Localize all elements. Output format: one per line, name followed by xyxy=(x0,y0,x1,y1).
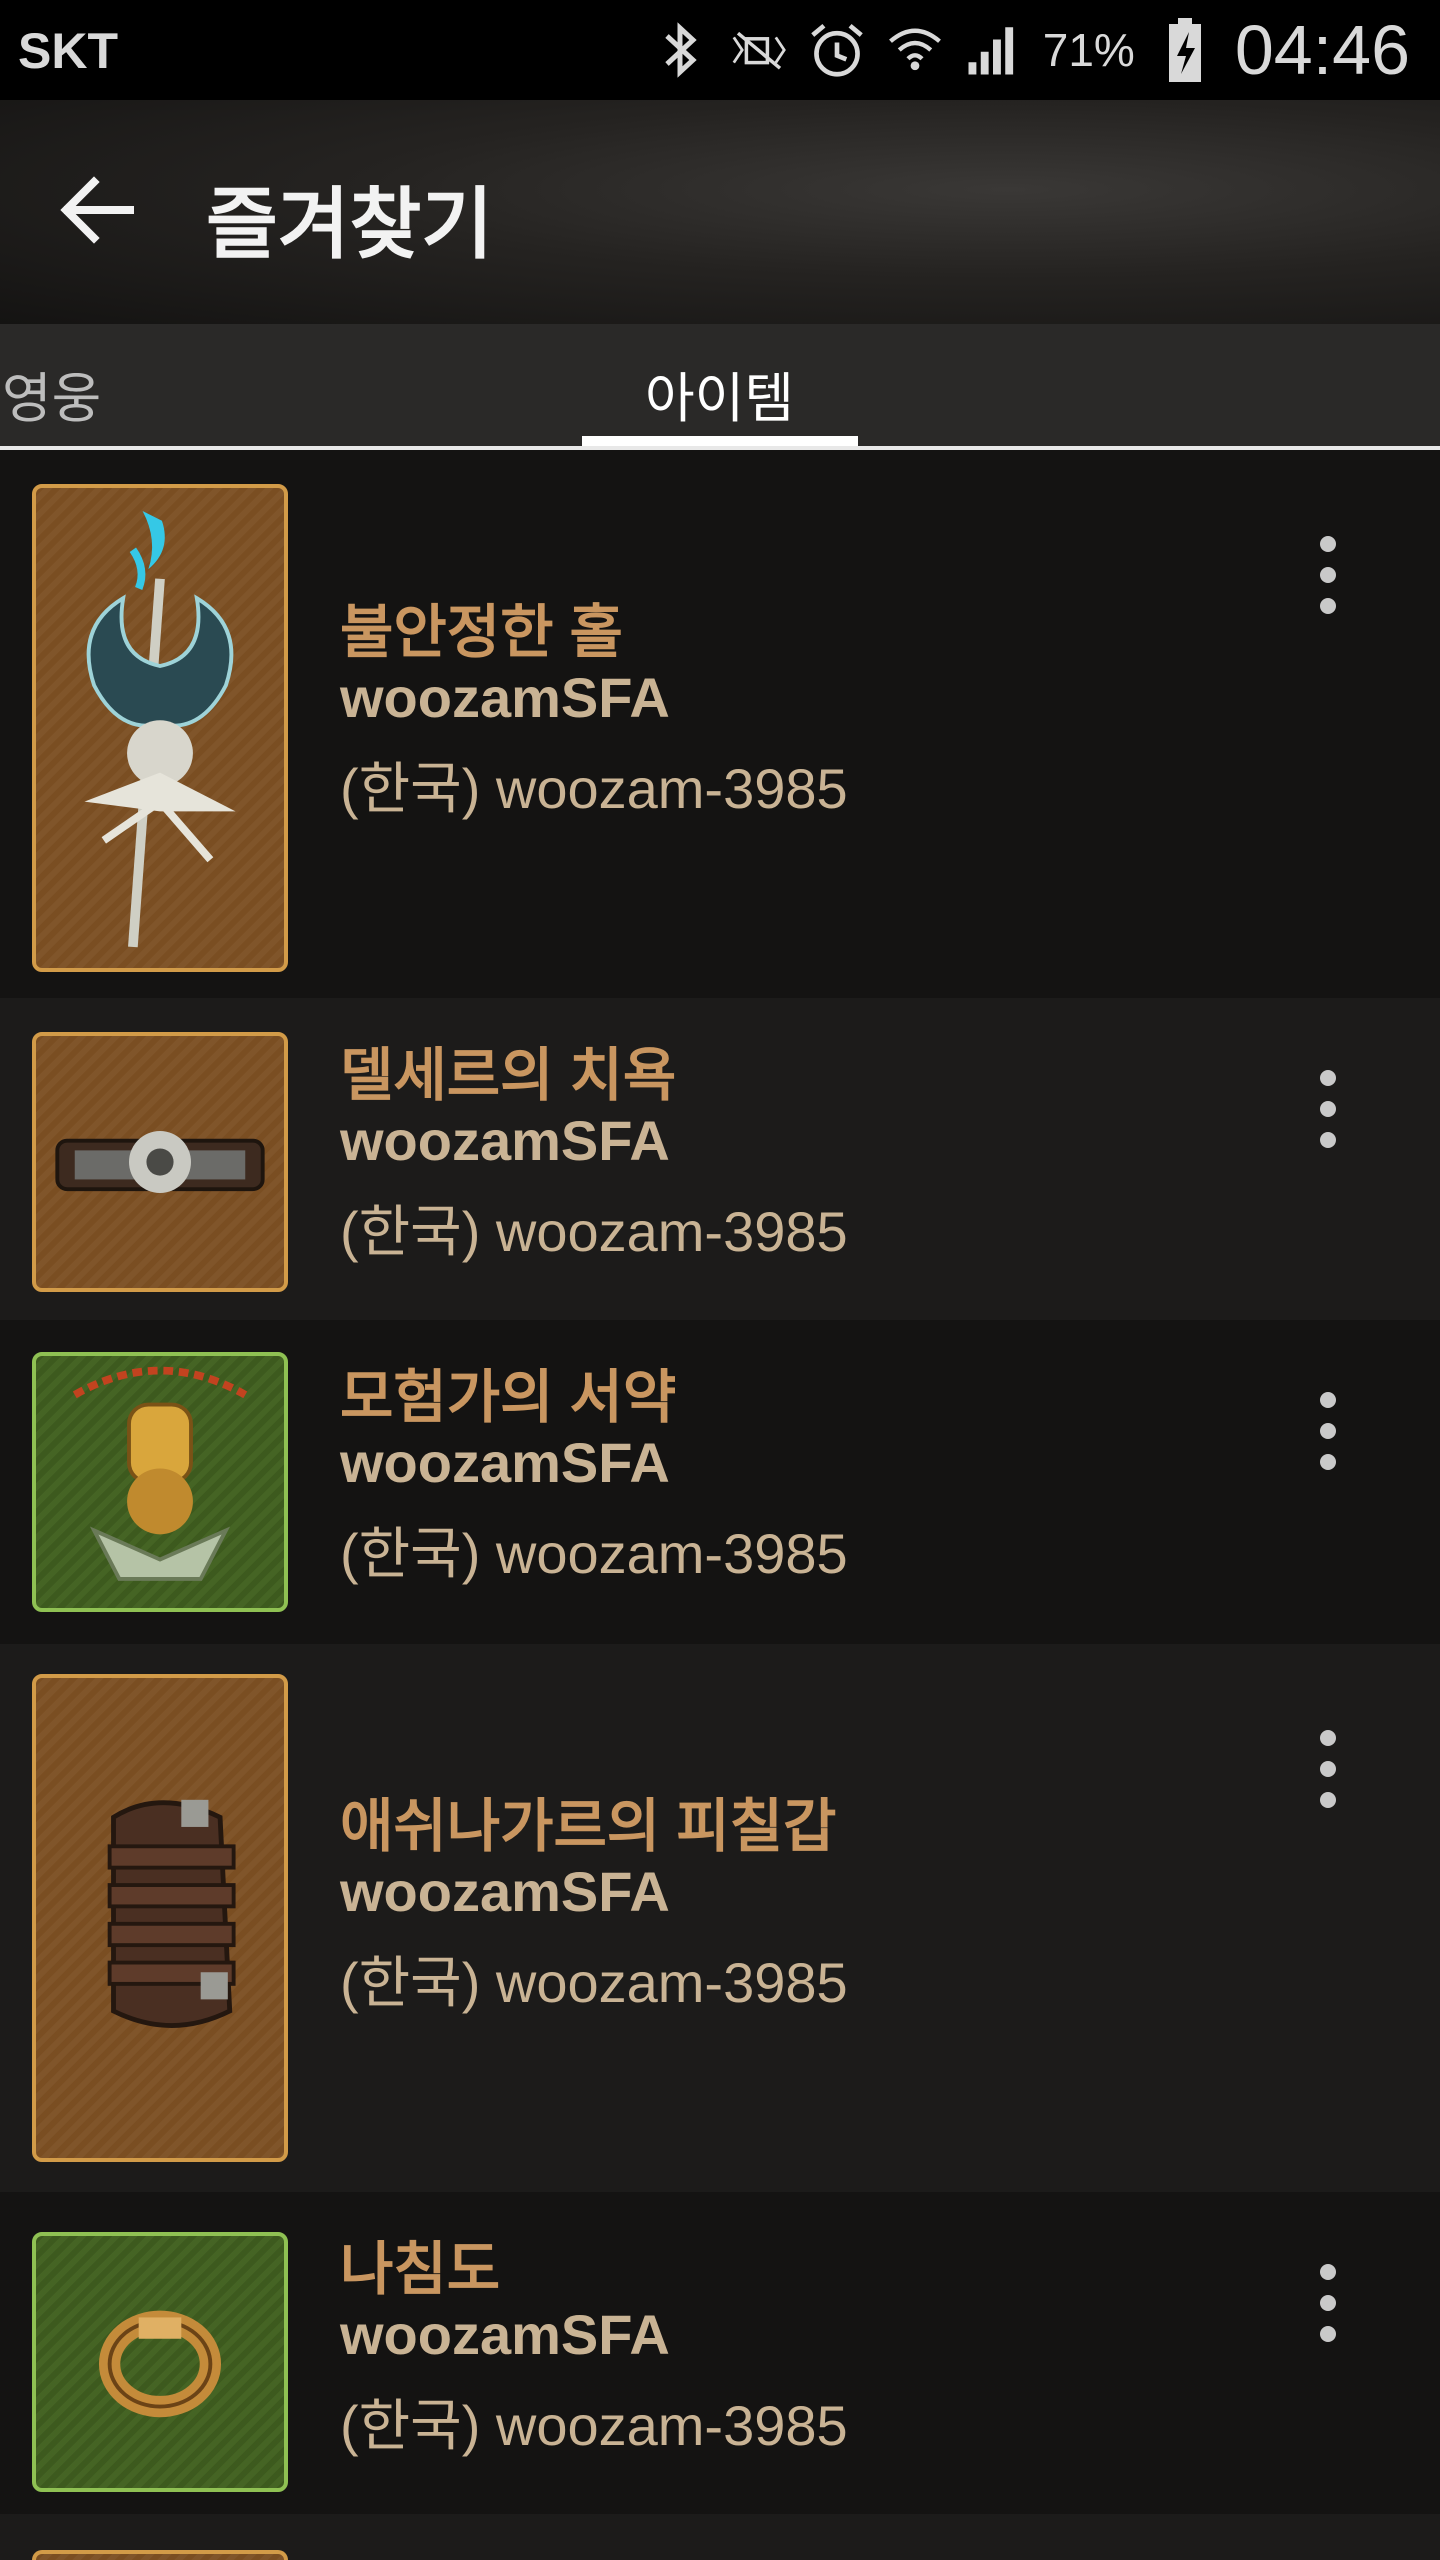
list-item[interactable]: 나침도 woozamSFA (한국) woozam-3985 xyxy=(0,2192,1440,2514)
list-item[interactable]: 델세르의 치욕 woozamSFA (한국) woozam-3985 xyxy=(0,998,1440,1320)
item-name: 나침도 xyxy=(340,2237,501,2302)
back-arrow-icon[interactable] xyxy=(58,170,138,250)
item-battletag: woozamSFA xyxy=(340,1860,670,1923)
list-item[interactable]: 불안정한 홀 woozamSFA (한국) woozam-3985 xyxy=(0,450,1440,998)
list-item[interactable]: 모험가의 서약 woozamSFA (한국) woozam-3985 xyxy=(0,1320,1440,1644)
item-realm: (한국) woozam-3985 xyxy=(340,1522,848,1585)
item-name: 애쉬나가르의 피칠갑 xyxy=(340,1794,837,1859)
item-realm: (한국) woozam-3985 xyxy=(340,1951,848,2014)
more-options-icon[interactable] xyxy=(1300,1064,1356,1154)
signal-icon xyxy=(965,15,1021,85)
tab-items[interactable]: 아이템 xyxy=(645,354,794,433)
tab-bar: 영웅 아이템 xyxy=(0,324,1440,450)
status-bar: SKT 71% 04:46 xyxy=(0,0,1440,100)
item-name: 델세르의 치욕 xyxy=(340,1043,677,1108)
more-options-icon[interactable] xyxy=(1300,1724,1356,1814)
app-bar: 즐겨찾기 xyxy=(0,100,1440,324)
item-realm: (한국) woozam-3985 xyxy=(340,1200,848,1263)
item-name: 불안정한 홀 xyxy=(340,600,623,665)
alarm-icon xyxy=(809,15,865,85)
more-options-icon[interactable] xyxy=(1300,1386,1356,1476)
tab-heroes[interactable]: 영웅 xyxy=(2,354,101,433)
item-battletag: woozamSFA xyxy=(340,2303,670,2366)
status-icons: 71% 04:46 xyxy=(653,10,1410,90)
battery-percent: 71% xyxy=(1042,24,1135,76)
amulet-icon xyxy=(32,1352,288,1612)
bracers-icon xyxy=(32,1674,288,2162)
bluetooth-icon xyxy=(653,15,709,85)
battery-icon xyxy=(1157,15,1213,85)
item-realm: (한국) woozam-3985 xyxy=(340,757,848,820)
list-item-partial[interactable] xyxy=(0,2514,1440,2560)
wifi-icon xyxy=(887,15,943,85)
carrier-label: SKT xyxy=(18,23,118,79)
belt-icon xyxy=(32,1032,288,1292)
page-title: 즐겨찾기 xyxy=(206,180,494,268)
mute-icon xyxy=(731,15,787,85)
active-tab-indicator xyxy=(582,436,858,446)
item-battletag: woozamSFA xyxy=(340,1109,670,1172)
more-options-icon[interactable] xyxy=(1300,530,1356,620)
list-item[interactable]: 애쉬나가르의 피칠갑 woozamSFA (한국) woozam-3985 xyxy=(0,1644,1440,2192)
item-battletag: woozamSFA xyxy=(340,666,670,729)
ring-icon xyxy=(32,2232,288,2492)
item-realm: (한국) woozam-3985 xyxy=(340,2394,848,2457)
item-name: 모험가의 서약 xyxy=(340,1365,677,1430)
item-thumbnail-partial xyxy=(32,2550,288,2560)
clock: 04:46 xyxy=(1234,11,1410,89)
scepter-icon xyxy=(32,484,288,972)
item-battletag: woozamSFA xyxy=(340,1431,670,1494)
more-options-icon[interactable] xyxy=(1300,2258,1356,2348)
